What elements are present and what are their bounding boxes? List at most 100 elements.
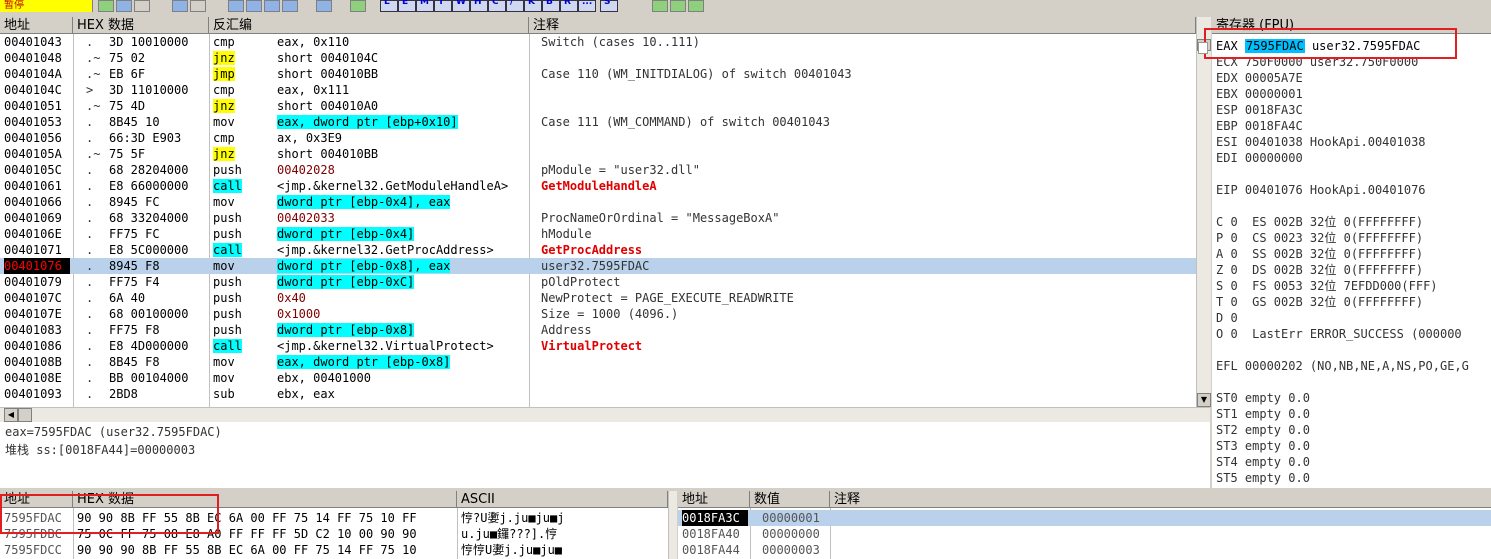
dump-row[interactable]: 7595FDAC 90 90 8B FF 55 8B EC 6A 00 FF 75…	[0, 510, 668, 526]
toolbar-window-button[interactable]: L	[380, 0, 398, 12]
help-icon[interactable]	[688, 0, 704, 12]
register-line[interactable]: EIP 00401076 HookApi.00401076	[1216, 182, 1426, 198]
disasm-row[interactable]: 00401048 .~ 75 02 jnz short 0040104C	[0, 50, 1196, 66]
disasm-address[interactable]: 0040108B	[4, 354, 70, 370]
trace-over-icon[interactable]	[282, 0, 298, 12]
dump-header-ascii[interactable]: ASCII	[457, 491, 668, 508]
open-button[interactable]	[98, 0, 114, 12]
disasm-address[interactable]: 00401053	[4, 114, 70, 130]
register-line[interactable]: P 0 CS 0023 32位 0(FFFFFFFF)	[1216, 230, 1423, 246]
stack-header-value[interactable]: 数值	[750, 491, 830, 508]
disasm-horizontal-scrollbar[interactable]: ◀	[0, 407, 1210, 422]
toolbar-window-button[interactable]: E	[398, 0, 416, 12]
disasm-row[interactable]: 0040107E. 68 00100000 push 0x1000 Size = 100…	[0, 306, 1196, 322]
register-line[interactable]: D 0	[1216, 310, 1238, 326]
run-icon[interactable]	[172, 0, 188, 12]
register-line[interactable]: ST5 empty 0.0	[1216, 470, 1310, 486]
go-to-icon[interactable]	[350, 0, 366, 12]
register-line[interactable]: ST2 empty 0.0	[1216, 422, 1310, 438]
toolbar-window-button[interactable]: /	[506, 0, 524, 12]
disasm-address[interactable]: 0040104C	[4, 82, 70, 98]
stack-header-comment[interactable]: 注释	[830, 491, 1491, 508]
register-line[interactable]: Z 0 DS 002B 32位 0(FFFFFFFF)	[1216, 262, 1423, 278]
toolbar-window-button[interactable]: H	[470, 0, 488, 12]
disasm-row[interactable]: 00401051 .~ 75 4D jnz short 004010A0	[0, 98, 1196, 114]
dump-row[interactable]: 7595FDCC 90 90 90 8B FF 55 8B EC 6A 00 FF…	[0, 542, 668, 558]
disasm-row[interactable]: 00401069. 68 33204000 push 00402033 ProcName…	[0, 210, 1196, 226]
disasm-row[interactable]: 0040104C >3D 11010000 cmp eax, 0x111	[0, 82, 1196, 98]
disasm-address[interactable]: 0040105A	[4, 146, 70, 162]
register-line[interactable]: ESI 00401038 HookApi.00401038	[1216, 134, 1426, 150]
trace-into-icon[interactable]	[264, 0, 280, 12]
register-line[interactable]: ST4 empty 0.0	[1216, 454, 1310, 470]
register-line[interactable]: EDI 00000000	[1216, 150, 1303, 166]
disasm-row[interactable]: 00401061. E8 66000000 call <jmp.&kernel32.G…	[0, 178, 1196, 194]
register-line[interactable]: EFL 00000202 (NO,NB,NE,A,NS,PO,GE,G	[1216, 358, 1469, 374]
disasm-vertical-scrollbar[interactable]: ▼	[1196, 17, 1211, 407]
disasm-header-disassembly[interactable]: 反汇编	[209, 17, 529, 34]
disasm-address[interactable]: 00401079	[4, 274, 70, 290]
scroll-thumb-h[interactable]	[18, 408, 32, 422]
disasm-row[interactable]: 00401071. E8 5C000000 call <jmp.&kernel32.G…	[0, 242, 1196, 258]
dump-row[interactable]: 7595FDBC 75 0C FF 75 08 E8 A0 FF FF FF 5D…	[0, 526, 668, 542]
step-into-icon[interactable]	[228, 0, 244, 12]
disasm-row[interactable]: 00401076. 8945 F8 mov dword ptr [ebp-0x8], …	[0, 258, 1196, 274]
register-line[interactable]: EBP 0018FA4C	[1216, 118, 1303, 134]
register-line[interactable]: ST0 empty 0.0	[1216, 390, 1310, 406]
toolbar-window-button[interactable]: ...	[578, 0, 596, 12]
disasm-row[interactable]: 0040108E. BB 00104000 mov ebx, 00401000	[0, 370, 1196, 386]
register-line[interactable]: ECX 750F0000 user32.750F0000	[1216, 54, 1418, 70]
eax-value[interactable]: 7595FDAC	[1244, 39, 1305, 53]
register-line[interactable]: T 0 GS 002B 32位 0(FFFFFFFF)	[1216, 294, 1423, 310]
disasm-address[interactable]: 00401061	[4, 178, 70, 194]
disasm-header-comment[interactable]: 注释	[529, 17, 1196, 34]
toolbar-window-button[interactable]: M	[416, 0, 434, 12]
dump-address[interactable]: 7595FDCC	[4, 542, 72, 558]
disasm-address[interactable]: 0040104A	[4, 66, 70, 82]
toolbar-window-button[interactable]: W	[452, 0, 470, 12]
toolbar-window-button[interactable]: T	[434, 0, 452, 12]
dump-address[interactable]: 7595FDAC	[4, 510, 72, 526]
execute-till-return-icon[interactable]	[316, 0, 332, 12]
stack-header-address[interactable]: 地址	[678, 491, 750, 508]
scroll-left-icon[interactable]: ◀	[4, 408, 18, 422]
disasm-row[interactable]: 00401053. 8B45 10 mov eax, dword ptr [ebp+0…	[0, 114, 1196, 130]
disasm-address[interactable]: 00401086	[4, 338, 70, 354]
stack-address[interactable]: 0018FA3C	[682, 510, 748, 526]
disasm-address[interactable]: 00401043	[4, 34, 70, 50]
disasm-row[interactable]: 0040108B. 8B45 F8 mov eax, dword ptr [ebp-0…	[0, 354, 1196, 370]
disasm-address[interactable]: 00401048	[4, 50, 70, 66]
register-line[interactable]: ESP 0018FA3C	[1216, 102, 1303, 118]
disasm-address[interactable]: 00401069	[4, 210, 70, 226]
disasm-row[interactable]: 00401056. 66:3D E903 cmp ax, 0x3E9	[0, 130, 1196, 146]
disasm-row[interactable]: 00401079. FF75 F4 push dword ptr [ebp-0xC] p…	[0, 274, 1196, 290]
close-icon[interactable]	[134, 0, 150, 12]
disasm-address[interactable]: 0040107C	[4, 290, 70, 306]
register-line[interactable]: A 0 SS 002B 32位 0(FFFFFFFF)	[1216, 246, 1423, 262]
disasm-row[interactable]: 0040107C. 6A 40 push 0x40 NewProtect = PAGE_…	[0, 290, 1196, 306]
disasm-row[interactable]: 0040105A .~ 75 5F jnz short 004010BB	[0, 146, 1196, 162]
disasm-header-address[interactable]: 地址	[0, 17, 73, 34]
toolbar-window-button[interactable]: B	[542, 0, 560, 12]
dump-header-address[interactable]: 地址	[0, 491, 73, 508]
pause-icon[interactable]	[190, 0, 206, 12]
register-line[interactable]: EBX 00000001	[1216, 86, 1303, 102]
register-eax[interactable]: EAX 7595FDAC user32.7595FDAC	[1216, 38, 1420, 54]
disasm-row[interactable]: 0040104A .~ EB 6F jmp short 004010BB Case 110…	[0, 66, 1196, 82]
stack-row[interactable]: 0018FA3C 00000001	[678, 510, 1491, 526]
grid-icon[interactable]	[670, 0, 686, 12]
disasm-row[interactable]: 00401043. 3D 10010000 cmp eax, 0x110 Switch …	[0, 34, 1196, 50]
stack-address[interactable]: 0018FA40	[682, 526, 748, 542]
toolbar-window-button[interactable]: K	[524, 0, 542, 12]
toolbar-window-button[interactable]: C	[488, 0, 506, 12]
registers-header[interactable]: 寄存器 (FPU)	[1212, 17, 1491, 34]
register-line[interactable]: EDX 00005A7E	[1216, 70, 1303, 86]
disasm-address[interactable]: 00401093	[4, 386, 70, 402]
dump-vertical-scrollbar[interactable]	[668, 491, 677, 559]
disasm-header-hex[interactable]: HEX 数据	[73, 17, 209, 34]
register-line[interactable]: ST3 empty 0.0	[1216, 438, 1310, 454]
disasm-address[interactable]: 0040107E	[4, 306, 70, 322]
step-over-icon[interactable]	[246, 0, 262, 12]
disasm-address[interactable]: 00401051	[4, 98, 70, 114]
register-line[interactable]: ST1 empty 0.0	[1216, 406, 1310, 422]
